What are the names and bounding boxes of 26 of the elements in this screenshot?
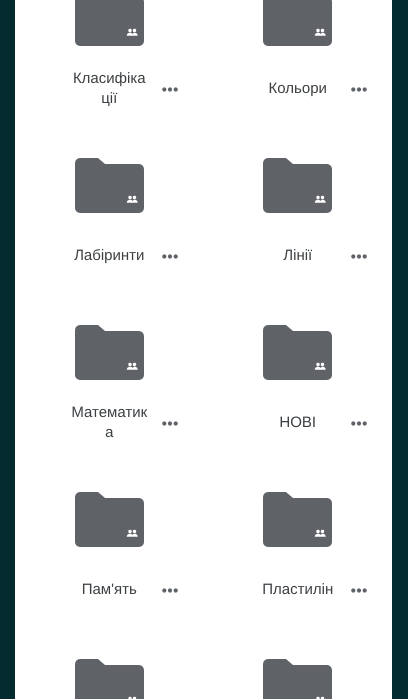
folder-name: Лабіринти [73, 246, 146, 266]
folder-icon[interactable] [263, 492, 332, 547]
more-options-icon[interactable] [350, 86, 367, 92]
more-options-icon[interactable] [350, 420, 367, 426]
folder-name: Пластилін [261, 580, 334, 600]
more-options-icon[interactable] [162, 588, 178, 592]
folder-icon[interactable] [74, 492, 144, 547]
folder-name: НОВІ [278, 413, 318, 433]
more-options-icon[interactable] [162, 254, 178, 258]
folder-name: Математика [70, 403, 148, 443]
folder-icon[interactable] [74, 659, 144, 699]
folder-icon[interactable] [74, 158, 144, 213]
more-options-icon[interactable] [162, 86, 178, 92]
more-options-icon[interactable] [350, 588, 367, 592]
more-options-icon[interactable] [162, 420, 178, 426]
folder-icon[interactable] [263, 158, 332, 213]
folder-icon[interactable] [74, 325, 144, 380]
folder-icon[interactable] [263, 325, 332, 380]
folder-name: Класифікації [72, 69, 147, 109]
folder-name: Лінії [282, 246, 314, 266]
folder-icon[interactable] [263, 0, 332, 46]
more-options-icon[interactable] [350, 254, 367, 258]
folder-name: Кольори [268, 79, 328, 99]
folder-icon[interactable] [74, 0, 144, 46]
folder-name: Пам'ять [80, 580, 138, 600]
folder-icon[interactable] [263, 659, 332, 699]
